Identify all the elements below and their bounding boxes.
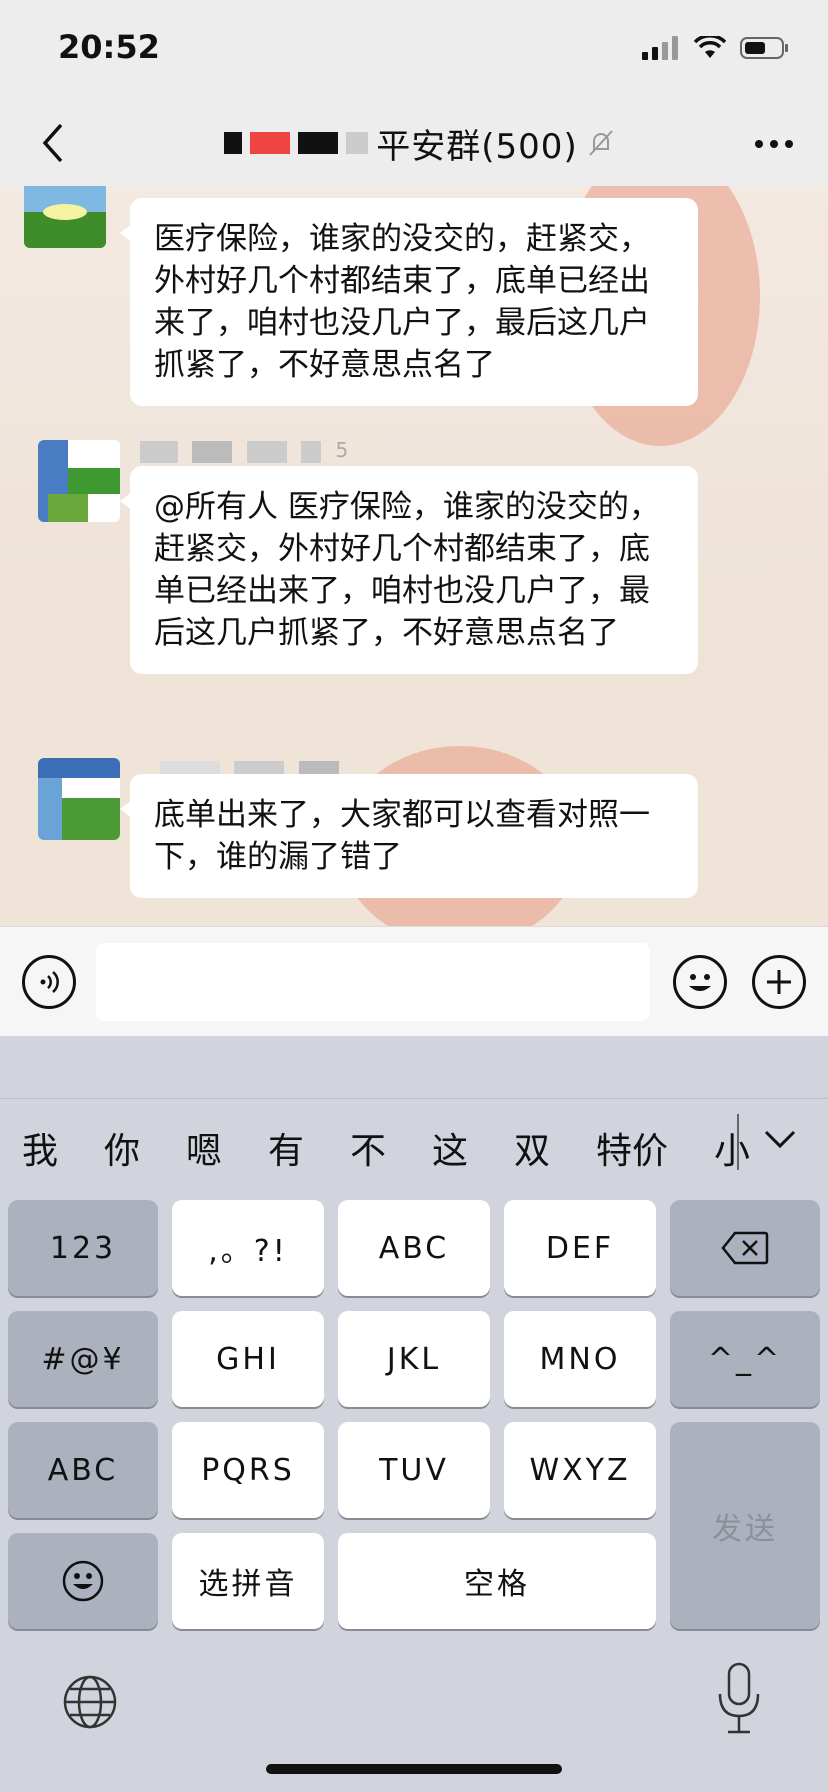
emoji-button[interactable]: [673, 955, 727, 1009]
key-label: JKL: [386, 1341, 442, 1377]
globe-icon[interactable]: [62, 1674, 118, 1730]
keyboard: 我 你 嗯 有 不 这 双 特价 小 123 ,。?! ABC DEF #@¥ …: [0, 1036, 828, 1792]
candidate-word[interactable]: 不: [350, 1122, 386, 1174]
smile-icon: [689, 974, 711, 991]
candidate-word[interactable]: 嗯: [186, 1122, 222, 1174]
chat-title: 平安群(500): [140, 120, 700, 167]
key-pqrs[interactable]: PQRS: [172, 1422, 324, 1518]
more-button[interactable]: [746, 122, 802, 166]
key-label: TUV: [379, 1452, 449, 1488]
candidate-word[interactable]: 特价: [596, 1122, 668, 1174]
mute-bell-icon: [588, 130, 613, 156]
message-bubble[interactable]: 医疗保险，谁家的没交的，赶紧交，外村好几个村都结束了，底单已经出来了，咱村也没几…: [120, 198, 698, 406]
candidate-word[interactable]: 这: [432, 1122, 468, 1174]
key-punctuation[interactable]: ,。?!: [172, 1200, 324, 1296]
key-label: PQRS: [201, 1452, 295, 1488]
more-dots-icon: [755, 140, 793, 148]
candidate-word[interactable]: 小: [714, 1122, 750, 1174]
status-bar: 20:52: [0, 0, 828, 100]
key-label: DEF: [545, 1230, 615, 1266]
key-label: ,。?!: [208, 1234, 288, 1269]
signal-icon: [642, 36, 678, 60]
candidate-word[interactable]: 双: [514, 1122, 550, 1174]
key-ghi[interactable]: GHI: [172, 1311, 324, 1407]
key-symbols[interactable]: #@¥: [8, 1311, 158, 1407]
candidate-bar: 我 你 嗯 有 不 这 双 特价 小: [0, 1098, 828, 1186]
candidate-word[interactable]: 我: [22, 1122, 58, 1174]
key-tuv[interactable]: TUV: [338, 1422, 490, 1518]
key-mno[interactable]: MNO: [504, 1311, 656, 1407]
key-label: GHI: [216, 1341, 280, 1377]
candidate-word[interactable]: 你: [104, 1122, 140, 1174]
chat-area[interactable]: 医疗保险，谁家的没交的，赶紧交，外村好几个村都结束了，底单已经出来了，咱村也没几…: [0, 186, 828, 926]
status-time: 20:52: [58, 28, 160, 66]
emoji-icon: [62, 1560, 104, 1602]
key-label: #@¥: [41, 1341, 125, 1377]
candidate-divider: [737, 1114, 739, 1170]
key-emoji[interactable]: [8, 1533, 158, 1629]
key-abc-switch[interactable]: ABC: [8, 1422, 158, 1518]
key-label: 发送: [712, 1511, 778, 1547]
avatar-image: [24, 186, 106, 248]
key-label: ABC: [378, 1230, 450, 1266]
plus-button[interactable]: [752, 955, 806, 1009]
message-text: 底单出来了，大家都可以查看对照一下，谁的漏了错了: [154, 797, 650, 875]
candidate-word[interactable]: 有: [268, 1122, 304, 1174]
key-label: ^_^: [707, 1341, 783, 1377]
key-123[interactable]: 123: [8, 1200, 158, 1296]
collapse-candidates-button[interactable]: [756, 1116, 804, 1164]
key-def[interactable]: DEF: [504, 1200, 656, 1296]
wifi-icon: [694, 36, 726, 58]
key-label: 选拼音: [198, 1567, 298, 1602]
plus-icon: [767, 970, 791, 994]
redacted-block: [192, 440, 233, 463]
chevron-left-icon: [42, 123, 63, 163]
key-label: WXYZ: [529, 1452, 631, 1488]
key-abc[interactable]: ABC: [338, 1200, 490, 1296]
voice-button[interactable]: [22, 955, 76, 1009]
avatar[interactable]: [24, 186, 106, 248]
microphone-icon[interactable]: [714, 1662, 764, 1736]
redacted-block: [346, 132, 369, 154]
sender-name-text: 5: [335, 438, 349, 462]
key-label: 空格: [464, 1567, 530, 1602]
message-text: @所有人 医疗保险，谁家的没交的，赶紧交，外村好几个村都结束了，底单已经出来了，…: [154, 489, 660, 651]
key-wxyz[interactable]: WXYZ: [504, 1422, 656, 1518]
message-bubble[interactable]: @所有人 医疗保险，谁家的没交的，赶紧交，外村好几个村都结束了，底单已经出来了，…: [120, 466, 698, 674]
key-pinyin[interactable]: 选拼音: [172, 1533, 324, 1629]
message-input[interactable]: [96, 943, 650, 1021]
avatar[interactable]: [38, 758, 120, 840]
avatar[interactable]: [38, 440, 120, 522]
redacted-block: [250, 132, 291, 154]
redacted-block: [140, 440, 178, 463]
redacted-block: [224, 132, 243, 154]
status-icons: [642, 36, 790, 60]
key-backspace[interactable]: [670, 1200, 820, 1296]
key-label: ABC: [47, 1452, 119, 1488]
redacted-block: [298, 132, 339, 154]
redacted-block: [246, 440, 287, 463]
back-button[interactable]: [28, 118, 78, 168]
key-label: MNO: [539, 1341, 621, 1377]
message-bubble[interactable]: 底单出来了，大家都可以查看对照一下，谁的漏了错了: [120, 774, 698, 898]
chevron-down-icon: [764, 1130, 796, 1149]
input-bar: [0, 926, 828, 1037]
voice-icon: [40, 971, 59, 993]
sender-name: 5: [140, 438, 348, 463]
backspace-icon: [721, 1231, 769, 1265]
send-button[interactable]: 发送: [670, 1422, 820, 1629]
key-jkl[interactable]: JKL: [338, 1311, 490, 1407]
key-space[interactable]: 空格: [338, 1533, 656, 1629]
keyboard-composition-area: [0, 1036, 828, 1099]
message-text: 医疗保险，谁家的没交的，赶紧交，外村好几个村都结束了，底单已经出来了，咱村也没几…: [154, 221, 650, 383]
avatar-image: [38, 758, 120, 840]
key-label: 123: [49, 1230, 117, 1266]
key-kaomoji[interactable]: ^_^: [670, 1311, 820, 1407]
chat-header: 平安群(500): [0, 100, 828, 187]
redacted-block: [301, 440, 322, 463]
home-indicator: [266, 1764, 562, 1774]
battery-icon: [740, 37, 788, 59]
avatar-image: [38, 440, 120, 522]
chat-title-text: 平安群(500): [376, 126, 578, 167]
